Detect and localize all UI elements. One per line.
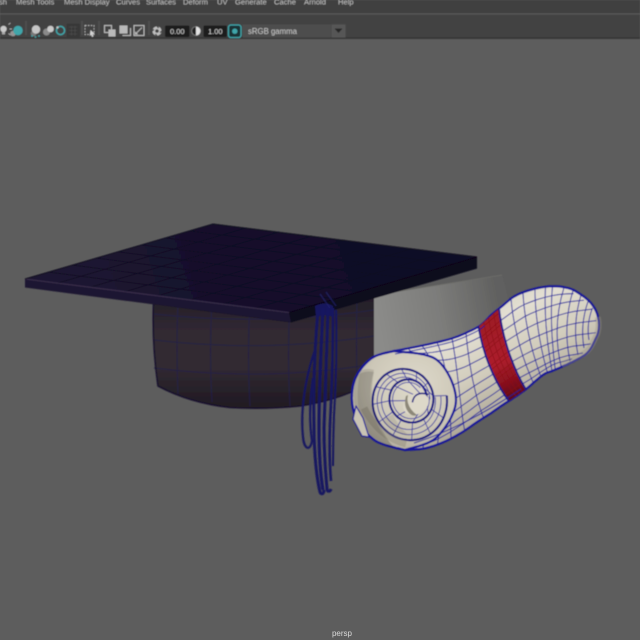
svg-text:Cache: Cache: [274, 0, 296, 7]
svg-text:Surfaces: Surfaces: [146, 0, 176, 7]
svg-text:1.00: 1.00: [208, 27, 223, 36]
svg-text:sh: sh: [0, 0, 7, 7]
svg-text:persp: persp: [332, 629, 353, 638]
svg-text:Deform: Deform: [183, 0, 208, 7]
svg-text:Curves: Curves: [116, 0, 140, 7]
svg-text:Mesh Display: Mesh Display: [64, 0, 110, 7]
svg-text:Arnold: Arnold: [304, 0, 326, 7]
svg-text:Mesh Tools: Mesh Tools: [16, 0, 54, 7]
svg-text:Help: Help: [338, 0, 354, 7]
svg-text:UV: UV: [217, 0, 228, 7]
svg-text:0.00: 0.00: [170, 27, 185, 36]
svg-text:Generate: Generate: [235, 0, 267, 7]
svg-text:sRGB gamma: sRGB gamma: [248, 27, 298, 36]
